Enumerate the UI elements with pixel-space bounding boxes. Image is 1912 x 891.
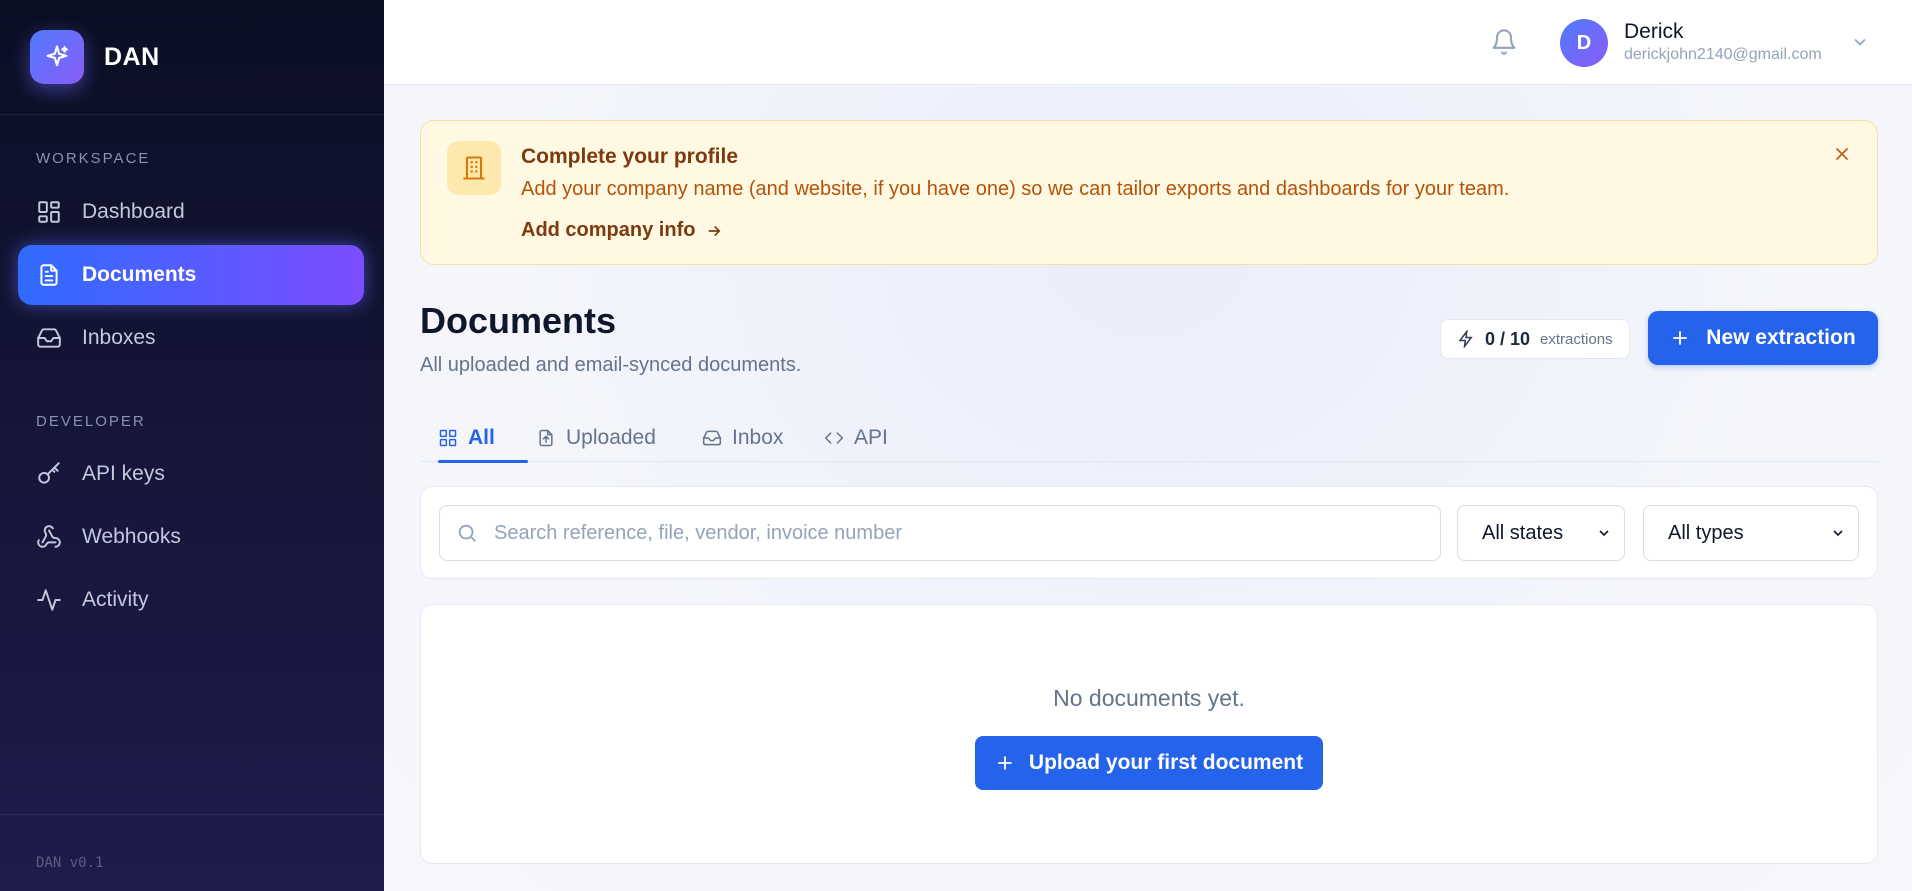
tab-inbox[interactable]: Inbox: [702, 414, 783, 462]
chevron-down-icon: [1833, 530, 1843, 537]
sidebar-item-api-keys[interactable]: API keys: [18, 444, 364, 504]
inbox-icon: [702, 430, 722, 446]
arrow-right-icon: [709, 225, 721, 236]
types-select[interactable]: All types: [1643, 505, 1859, 561]
tab-all[interactable]: All: [438, 414, 528, 463]
activity-icon: [37, 589, 61, 611]
add-company-info-link[interactable]: Add company info: [521, 219, 723, 242]
sidebar-item-label: Dashboard: [82, 200, 185, 223]
sidebar-item-label: Activity: [82, 588, 149, 611]
quota-unit: extractions: [1540, 330, 1613, 348]
sidebar-item-label: API keys: [82, 462, 165, 485]
tab-label: All: [468, 426, 495, 449]
workspace-section-label: WORKSPACE: [36, 150, 151, 167]
file-upload-icon: [539, 429, 553, 447]
lightning-icon: [1458, 330, 1473, 348]
states-select-value: All states: [1482, 521, 1564, 544]
user-email: derickjohn2140@gmail.com: [1624, 46, 1822, 63]
new-extraction-button[interactable]: New extraction: [1648, 311, 1878, 365]
banner-title: Complete your profile: [521, 145, 739, 168]
top-bar: D Derick derickjohn2140@gmail.com: [384, 0, 1912, 85]
filter-bar: All states All types: [420, 486, 1878, 579]
search-input[interactable]: [494, 521, 1434, 545]
new-extraction-label: New extraction: [1706, 326, 1856, 349]
sidebar-item-label: Webhooks: [82, 525, 181, 548]
sidebar-item-dashboard[interactable]: Dashboard: [18, 182, 364, 242]
quota-value: 0 / 10: [1485, 328, 1531, 349]
add-company-info-label: Add company info: [521, 219, 696, 241]
chevron-down-icon: [1599, 530, 1609, 537]
code-icon: [824, 432, 844, 444]
grid-icon: [38, 201, 60, 223]
sidebar-item-webhooks[interactable]: Webhooks: [18, 507, 364, 567]
plus-icon: [1673, 331, 1687, 345]
page-title: Documents: [420, 300, 617, 341]
empty-state-text: No documents yet.: [1053, 685, 1245, 711]
extraction-quota-badge: 0 / 10 extractions: [1440, 319, 1630, 359]
document-tabs: All Uploaded Inbox API: [420, 414, 1878, 463]
brand-name: DAN: [104, 42, 160, 71]
brand[interactable]: DAN: [0, 0, 384, 115]
sparkle-logo-icon: [30, 30, 84, 84]
tab-label: API: [854, 426, 888, 449]
tab-uploaded[interactable]: Uploaded: [536, 414, 656, 462]
tab-api[interactable]: API: [824, 414, 888, 462]
close-icon[interactable]: [1831, 143, 1853, 170]
webhook-icon: [37, 525, 61, 548]
tab-label: Inbox: [732, 426, 784, 449]
sidebar-item-documents[interactable]: Documents: [18, 245, 364, 305]
key-icon: [38, 462, 60, 484]
sidebar-item-label: Documents: [82, 263, 197, 286]
upload-first-document-button[interactable]: Upload your first document: [975, 736, 1323, 790]
notifications-bell-icon[interactable]: [1490, 28, 1520, 58]
chevron-down-icon[interactable]: [1850, 32, 1870, 57]
sidebar-item-label: Inboxes: [82, 326, 156, 349]
documents-empty-state: No documents yet. Upload your first docu…: [420, 604, 1878, 864]
upload-button-label: Upload your first document: [1028, 751, 1304, 774]
sidebar-divider: [0, 814, 384, 815]
types-select-value: All types: [1668, 521, 1744, 544]
profile-banner: Complete your profile Add your company n…: [420, 120, 1878, 265]
grid-icon: [439, 429, 457, 447]
states-select[interactable]: All states: [1457, 505, 1625, 561]
sidebar-item-activity[interactable]: Activity: [18, 570, 364, 630]
page-subtitle: All uploaded and email-synced documents.: [420, 354, 802, 376]
document-icon: [40, 264, 58, 286]
plus-icon: [998, 756, 1012, 770]
building-icon: [447, 141, 501, 195]
developer-section-label: DEVELOPER: [36, 413, 146, 430]
inbox-icon: [37, 328, 61, 348]
sidebar: DAN WORKSPACE Dashboard Documents Inboxe…: [0, 0, 384, 891]
search-icon: [458, 524, 476, 542]
tab-label: Uploaded: [566, 426, 656, 449]
banner-text: Add your company name (and website, if y…: [521, 178, 1510, 200]
search-box[interactable]: [439, 505, 1441, 561]
main-content: Complete your profile Add your company n…: [384, 86, 1912, 891]
version-label: DAN v0.1: [36, 855, 104, 871]
user-name[interactable]: Derick: [1624, 20, 1684, 44]
sidebar-item-inboxes[interactable]: Inboxes: [18, 308, 364, 368]
avatar[interactable]: D: [1560, 19, 1608, 67]
